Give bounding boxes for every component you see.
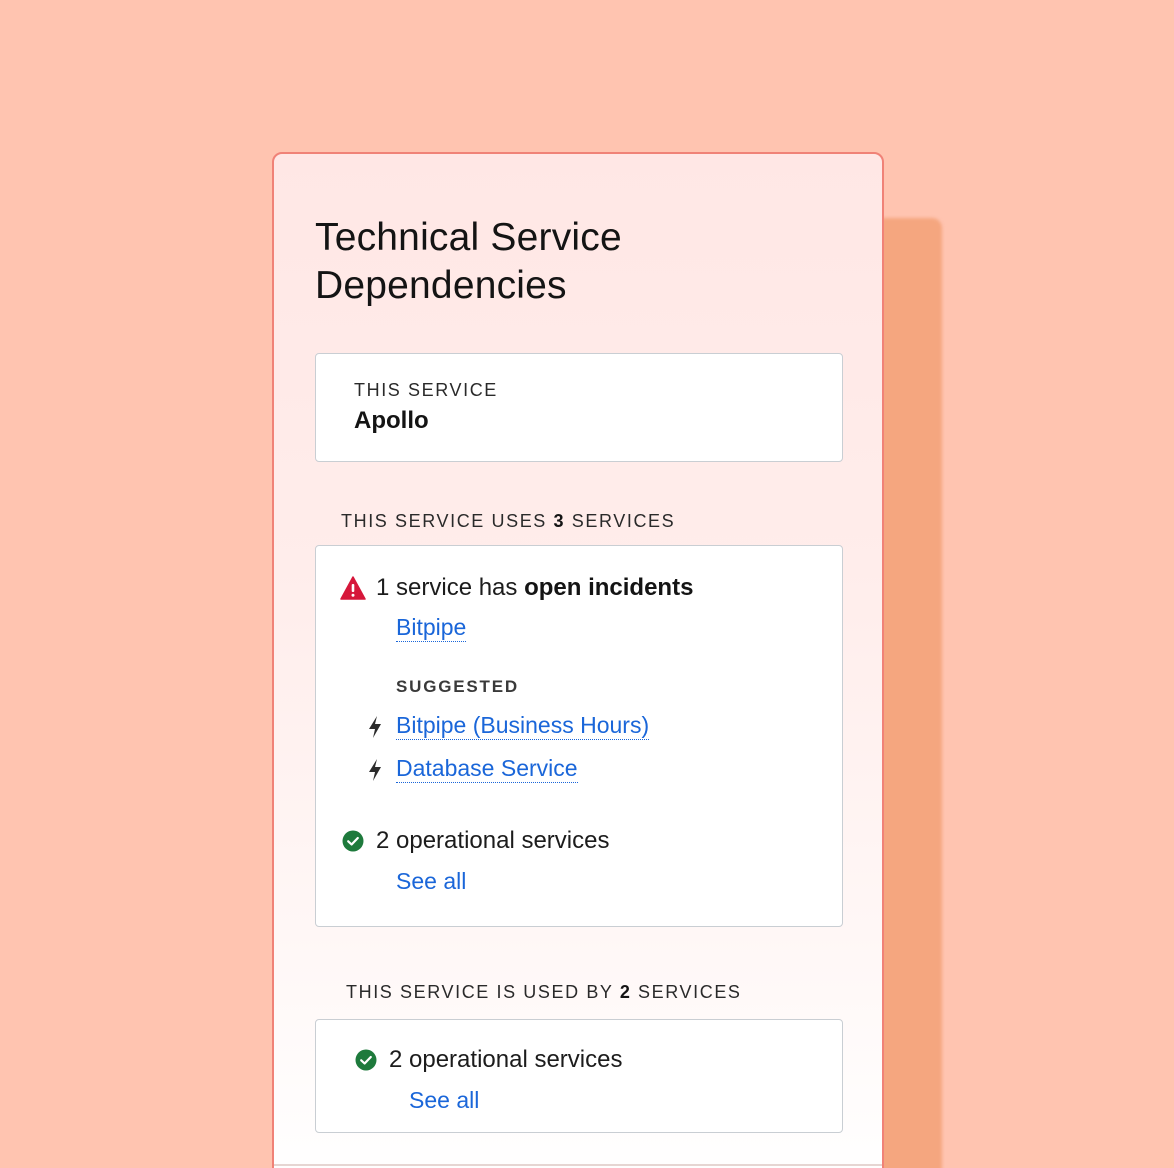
used-by-heading-suffix: SERVICES [631, 982, 742, 1002]
incident-service-link-bitpipe[interactable]: Bitpipe [396, 613, 467, 642]
check-circle-icon [342, 830, 364, 852]
incidents-row: 1 service has open incidents [340, 574, 693, 602]
uses-heading-prefix: THIS SERVICE USES [341, 511, 554, 531]
uses-section-heading: THIS SERVICE USES 3 SERVICES [341, 511, 675, 532]
used-by-heading-prefix: THIS SERVICE IS USED BY [346, 982, 620, 1002]
used-by-services-card: 2 operational services See all [315, 1019, 843, 1133]
see-all-uses-link[interactable]: See all [396, 867, 466, 895]
used-by-operational-text: 2 operational services [389, 1046, 623, 1073]
warning-triangle-icon [340, 576, 366, 600]
operational-row: 2 operational services [342, 827, 609, 855]
lightning-bolt-icon [369, 716, 381, 738]
operational-text: 2 operational services [376, 827, 610, 854]
see-all-used-by-link[interactable]: See all [409, 1086, 479, 1114]
this-service-name: Apollo [354, 407, 429, 434]
lightning-bolt-icon [369, 759, 381, 781]
suggested-label: SUGGESTED [396, 677, 519, 696]
this-service-label: THIS SERVICE [354, 380, 498, 400]
uses-services-card: 1 service has open incidents Bitpipe SUG… [315, 545, 843, 927]
incidents-text-prefix: 1 service has [376, 574, 525, 601]
uses-heading-suffix: SERVICES [565, 511, 676, 531]
panel-title: Technical Service Dependencies [315, 216, 622, 307]
used-by-operational-row: 2 operational services [355, 1046, 622, 1074]
suggested-link-bitpipe-business-hours[interactable]: Bitpipe (Business Hours) [396, 711, 650, 740]
this-service-card: THIS SERVICE Apollo [315, 353, 843, 462]
suggested-link-database-service[interactable]: Database Service [396, 754, 578, 783]
incidents-text-bold: open incidents [524, 574, 694, 601]
panel-divider [274, 1164, 882, 1166]
used-by-heading-count: 2 [619, 982, 632, 1002]
used-by-section-heading: THIS SERVICE IS USED BY 2 SERVICES [346, 982, 742, 1003]
uses-heading-count: 3 [553, 511, 566, 531]
service-dependencies-panel: Technical Service Dependencies THIS SERV… [272, 152, 884, 1168]
check-circle-icon [355, 1049, 377, 1071]
